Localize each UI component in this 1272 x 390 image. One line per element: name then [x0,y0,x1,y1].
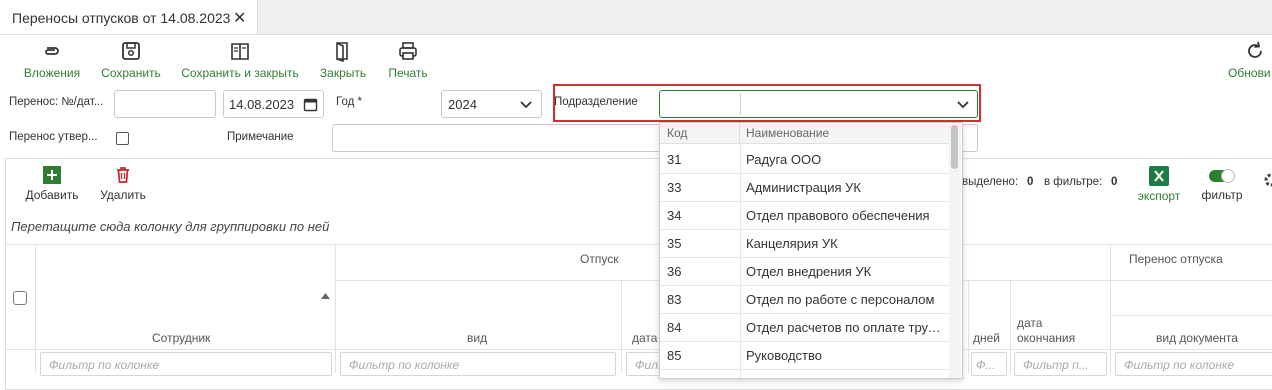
toggle-icon [1209,169,1235,183]
dropdown-option[interactable]: 31 Радуга ООО [660,145,949,174]
print-button[interactable]: Печать [382,40,434,80]
approved-label: Перенос утвер... [9,131,98,143]
chevron-down-icon [957,101,969,109]
date-input[interactable]: 14.08.2023 [223,90,324,118]
dropdown-col-name: Наименование [746,126,830,140]
save-close-button[interactable]: Сохранить и закрыть [178,40,302,80]
close-icon[interactable]: ✕ [233,8,246,28]
grid-col-divider [968,281,969,373]
approved-checkbox[interactable] [116,132,129,145]
grid-col-divider [1110,244,1111,373]
grid-top-border [6,244,1272,245]
grid-subgroup-border [1110,315,1272,316]
division-select[interactable] [659,90,978,118]
refresh-button[interactable]: Обнови [1226,40,1272,80]
transfer-number-label: Перенос: №/дат... [9,96,104,108]
dropdown-header-divider [739,123,740,143]
tab-document[interactable]: Переносы отпусков от 14.08.2023 ✕ [0,0,258,34]
col-kind[interactable]: вид [467,331,487,345]
select-all-checkbox[interactable] [13,291,27,305]
filter-doc-kind[interactable]: Фильтр по колонке [1115,352,1272,376]
col-date[interactable]: дата [632,331,657,345]
export-button[interactable]: экспорт [1135,166,1183,203]
sort-asc-icon[interactable] [321,292,330,299]
dropdown-option[interactable]: 34 Отдел правового обеспечения [660,201,949,230]
dropdown-option[interactable]: 85 Руководство [660,341,949,370]
filter-end-date[interactable]: Фильтр п... [1014,352,1107,376]
filter-employee[interactable]: Фильтр по колонке [40,352,332,376]
division-dropdown: Код Наименование 31 Радуга ООО 33 Админи… [659,122,963,379]
transfer-number-input[interactable] [114,90,216,118]
group-hint: Перетащите сюда колонку для группировки … [11,219,330,234]
excel-icon [1149,166,1169,186]
grid-col-divider [35,244,36,373]
note-label: Примечание [227,131,294,143]
division-label: Подразделение [554,96,638,108]
tab-title: Переносы отпусков от 14.08.2023 [12,10,231,26]
dropdown-scroll-thumb[interactable] [951,125,958,169]
close-button[interactable]: Закрыть [316,40,370,80]
settings-icon[interactable] [1263,172,1272,188]
col-days[interactable]: дней [973,331,1000,345]
refresh-icon [1248,41,1262,58]
selected-count: 0 [1027,176,1034,188]
group-header-transfer: Перенос отпуска [1129,252,1223,266]
dropdown-col-code: Код [667,126,688,140]
in-filter-label: в фильтре: [1044,176,1103,188]
filter-toggle[interactable]: фильтр [1198,166,1246,202]
division-divider [740,93,741,115]
dropdown-header: Код Наименование [660,123,949,144]
dropdown-option[interactable]: 35 Канцелярия УК [660,229,949,258]
selected-label: выделено: [962,176,1019,188]
col-doc-kind[interactable]: вид документа [1156,331,1238,345]
save-button[interactable]: Сохранить [98,40,164,80]
grid-col-divider [335,244,336,373]
in-filter-count: 0 [1111,176,1118,188]
printer-icon [399,42,417,60]
grid-col-divider [1010,281,1011,373]
grid-col-divider [621,281,622,373]
calendar-icon[interactable] [303,97,318,112]
filter-days[interactable]: Ф... [971,352,1007,376]
dropdown-option[interactable]: 36 Отдел внедрения УК [660,257,949,286]
dropdown-option[interactable]: 33 Администрация УК [660,173,949,202]
dropdown-col-divider [740,143,741,378]
grid-header-bottom [6,349,1272,350]
filter-kind[interactable]: Фильтр по колонке [340,352,616,376]
dropdown-scrollbar[interactable] [949,123,961,378]
delete-button[interactable]: Удалить [96,166,150,202]
paperclip-icon [45,47,59,55]
attachments-button[interactable]: Вложения [20,40,84,80]
group-header-vacation: Отпуск [580,252,619,266]
col-end-date[interactable]: дата окончания [1017,316,1087,346]
year-select[interactable]: 2024 [441,90,542,118]
dropdown-option[interactable]: 83 Отдел по работе с персоналом [660,285,949,314]
plus-icon [43,166,61,184]
dropdown-option[interactable]: 84 Отдел расчетов по оплате труда [660,313,949,342]
chevron-down-icon [520,101,532,109]
col-employee[interactable]: Сотрудник [152,331,210,345]
add-button[interactable]: Добавить [20,166,84,202]
floppy-icon [122,42,140,60]
trash-icon [117,167,129,183]
book-icon [231,43,249,60]
door-icon [336,42,348,62]
year-label: Год * [336,96,362,108]
